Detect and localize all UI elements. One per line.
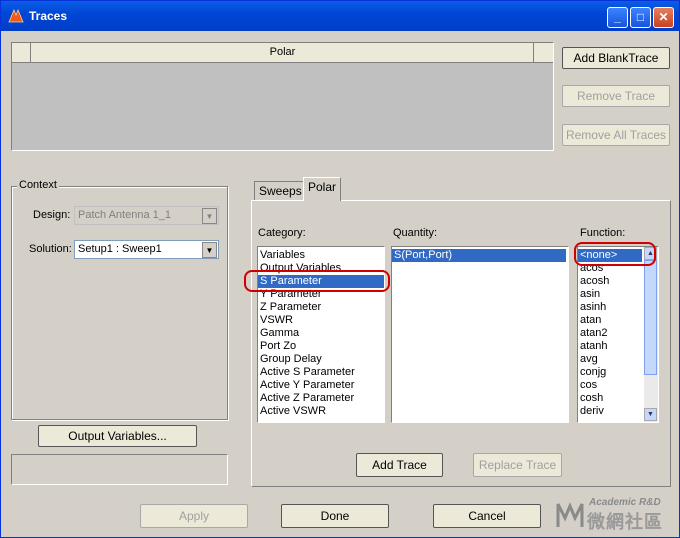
remove-all-traces-button[interactable]: Remove All Traces — [562, 124, 670, 146]
maximize-button[interactable]: □ — [630, 7, 651, 28]
list-item[interactable]: S Parameter — [258, 275, 384, 288]
list-item[interactable]: acos — [578, 262, 642, 275]
list-item[interactable]: atan — [578, 314, 642, 327]
done-button[interactable]: Done — [281, 504, 389, 528]
apply-button[interactable]: Apply — [140, 504, 248, 528]
solution-label: Solution: — [29, 243, 72, 255]
list-item[interactable]: Active Y Parameter — [258, 379, 384, 392]
list-item[interactable]: acosh — [578, 275, 642, 288]
scrollbar-thumb[interactable] — [644, 260, 657, 375]
minimize-button[interactable]: _ — [607, 7, 628, 28]
category-label: Category: — [258, 227, 306, 239]
tab-sweeps[interactable]: Sweeps — [254, 181, 307, 201]
list-item[interactable]: deriv — [578, 405, 642, 418]
list-item[interactable]: Port Zo — [258, 340, 384, 353]
watermark-logo-icon — [556, 502, 584, 527]
list-item[interactable]: Active VSWR — [258, 405, 384, 418]
list-item[interactable]: atan2 — [578, 327, 642, 340]
function-list[interactable]: <none> acos acosh asin asinh atan atan2 atanh av… — [577, 246, 659, 423]
list-item[interactable]: Y Parameter — [258, 288, 384, 301]
column-header-polar[interactable]: Polar — [32, 46, 533, 58]
scroll-up-icon[interactable]: ▲ — [644, 247, 657, 260]
watermark-line1: Academic R&D — [589, 497, 661, 508]
close-icon: ✕ — [658, 10, 669, 24]
traces-dialog: Traces _ □ ✕ Polar Add BlankTrace Remove… — [0, 0, 680, 538]
design-label: Design: — [33, 209, 71, 221]
design-select-value: Patch Antenna 1_1 — [78, 209, 171, 221]
title-bar[interactable]: Traces _ □ ✕ — [1, 1, 679, 31]
list-item[interactable]: Z Parameter — [258, 301, 384, 314]
output-variables-button[interactable]: Output Variables... — [38, 425, 197, 447]
category-list[interactable]: Variables Output Variables S Parameter Y Pa… — [257, 246, 385, 423]
context-legend: Context — [17, 179, 59, 191]
watermark: Academic R&D 微網社區 — [555, 497, 673, 533]
list-item[interactable]: Active S Parameter — [258, 366, 384, 379]
replace-trace-button[interactable]: Replace Trace — [473, 453, 562, 477]
add-trace-button[interactable]: Add Trace — [356, 453, 443, 477]
quantity-items: S(Port,Port) — [392, 249, 568, 262]
chevron-down-icon[interactable]: ▼ — [202, 208, 217, 224]
remove-trace-button[interactable]: Remove Trace — [562, 85, 670, 107]
list-item[interactable]: atanh — [578, 340, 642, 353]
window-title: Traces — [29, 9, 68, 23]
list-item[interactable]: Variables — [258, 249, 384, 262]
status-field — [11, 454, 228, 485]
watermark-line2: 微網社區 — [587, 512, 663, 532]
header-end-cell — [533, 43, 553, 62]
list-item[interactable]: Active Z Parameter — [258, 392, 384, 405]
traces-table[interactable]: Polar — [11, 42, 554, 151]
list-item[interactable]: <none> — [578, 249, 642, 262]
function-label: Function: — [580, 227, 626, 239]
list-item[interactable]: Group Delay — [258, 353, 384, 366]
traces-table-header-row: Polar — [12, 43, 553, 63]
scroll-down-icon[interactable]: ▼ — [644, 408, 657, 421]
add-blank-trace-button[interactable]: Add BlankTrace — [562, 47, 670, 69]
app-logo-icon — [8, 9, 24, 23]
list-item[interactable]: avg — [578, 353, 642, 366]
list-item[interactable]: S(Port,Port) — [392, 249, 566, 262]
list-item[interactable]: Output Variables — [258, 262, 384, 275]
list-item[interactable]: asinh — [578, 301, 642, 314]
quantity-label: Quantity: — [393, 227, 438, 239]
row-header-cell — [12, 43, 31, 62]
solution-select-value: Setup1 : Sweep1 — [78, 243, 162, 255]
design-select[interactable]: Patch Antenna 1_1 ▼ — [74, 206, 219, 225]
list-item[interactable]: Gamma — [258, 327, 384, 340]
close-button[interactable]: ✕ — [653, 7, 674, 28]
cancel-button[interactable]: Cancel — [433, 504, 541, 528]
list-item[interactable]: cos — [578, 379, 642, 392]
list-item[interactable]: conjg — [578, 366, 642, 379]
chevron-down-icon[interactable]: ▼ — [202, 242, 217, 258]
solution-select[interactable]: Setup1 : Sweep1 ▼ — [74, 240, 219, 259]
list-item[interactable]: asin — [578, 288, 642, 301]
list-item[interactable]: VSWR — [258, 314, 384, 327]
category-items: Variables Output Variables S Parameter Y Pa… — [258, 249, 384, 418]
maximize-icon: □ — [636, 10, 645, 24]
tab-polar[interactable]: Polar — [303, 177, 342, 201]
minimize-icon: _ — [614, 10, 621, 24]
list-item[interactable]: cosh — [578, 392, 642, 405]
function-scrollbar[interactable]: ▲ ▼ — [644, 247, 658, 422]
quantity-list[interactable]: S(Port,Port) — [391, 246, 569, 423]
